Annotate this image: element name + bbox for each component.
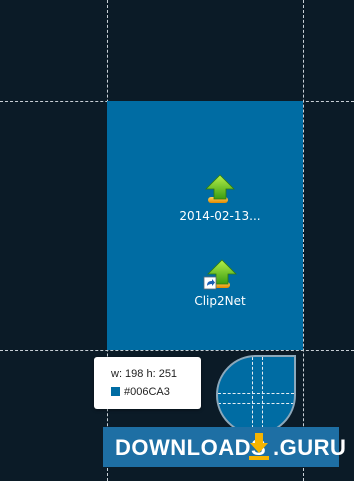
color-hex-value: #006CA3 [124, 386, 170, 398]
magnifier-loupe [216, 355, 296, 435]
magnifier-guide-v2 [262, 357, 263, 433]
desktop-icon-file[interactable]: 2014-02-13... [175, 173, 265, 223]
magnifier-guide-v1 [252, 357, 253, 433]
watermark-logo: DOWNLOADS .GURU [103, 427, 346, 467]
desktop-icon-label: Clip2Net [194, 294, 246, 308]
capture-info-tooltip: w: 198 h: 251 #006CA3 [94, 357, 201, 409]
guide-line-bottom [0, 350, 354, 351]
download-icon [249, 433, 269, 460]
magnifier-guide-h1 [218, 393, 294, 394]
desktop-icon-clip2net[interactable]: Clip2Net [175, 258, 265, 308]
watermark-text: DOWNLOADS [115, 435, 267, 460]
selection-size-readout: w: 198 h: 251 [111, 368, 178, 380]
watermark-suffix: .GURU [273, 435, 347, 460]
color-readout: #006CA3 [111, 386, 170, 398]
capture-selection-area[interactable]: 2014-02-13... Clip2Net [107, 101, 303, 350]
desktop-icon-label: 2014-02-13... [179, 209, 261, 223]
upload-arrow-icon [205, 174, 235, 203]
upload-arrow-shortcut-icon [203, 259, 237, 290]
guide-line-right [303, 0, 304, 481]
color-swatch [111, 387, 120, 396]
magnifier-guide-h2 [218, 403, 294, 404]
